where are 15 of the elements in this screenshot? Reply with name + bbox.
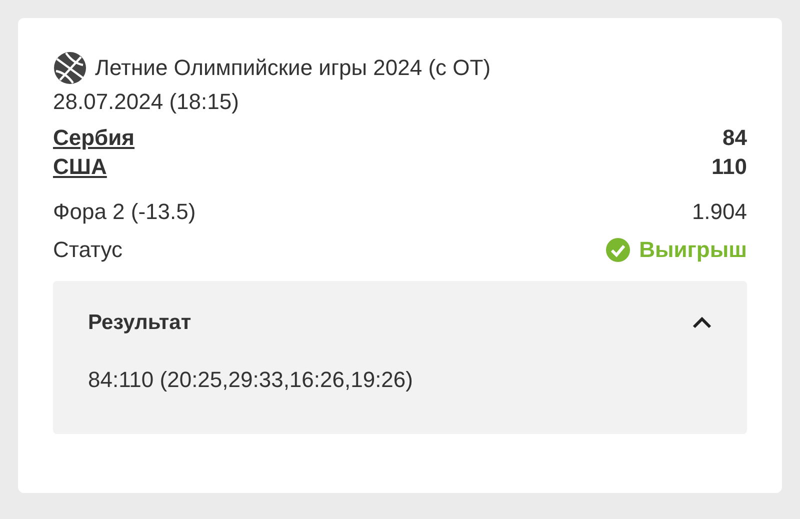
result-score: 84:110 (20:25,29:33,16:26,19:26) [88,367,413,392]
team-link[interactable]: Сербия [53,123,135,152]
team-link[interactable]: США [53,152,107,181]
basketball-icon [53,51,87,85]
team-score: 110 [712,153,747,181]
bet-label: Фора 2 (-13.5) [53,199,196,225]
event-date: 28.07.2024 (18:15) [53,89,239,114]
event-title: Летние Олимпийские игры 2024 (с ОТ) [95,55,491,81]
result-title: Результат [88,311,192,335]
odds-value: 1.904 [692,199,747,225]
chevron-icon[interactable] [692,316,712,330]
team-score: 84 [722,124,747,152]
check-circle-icon [605,237,632,263]
status-label: Статус [53,237,123,263]
status-value: Выигрыш [639,237,747,263]
